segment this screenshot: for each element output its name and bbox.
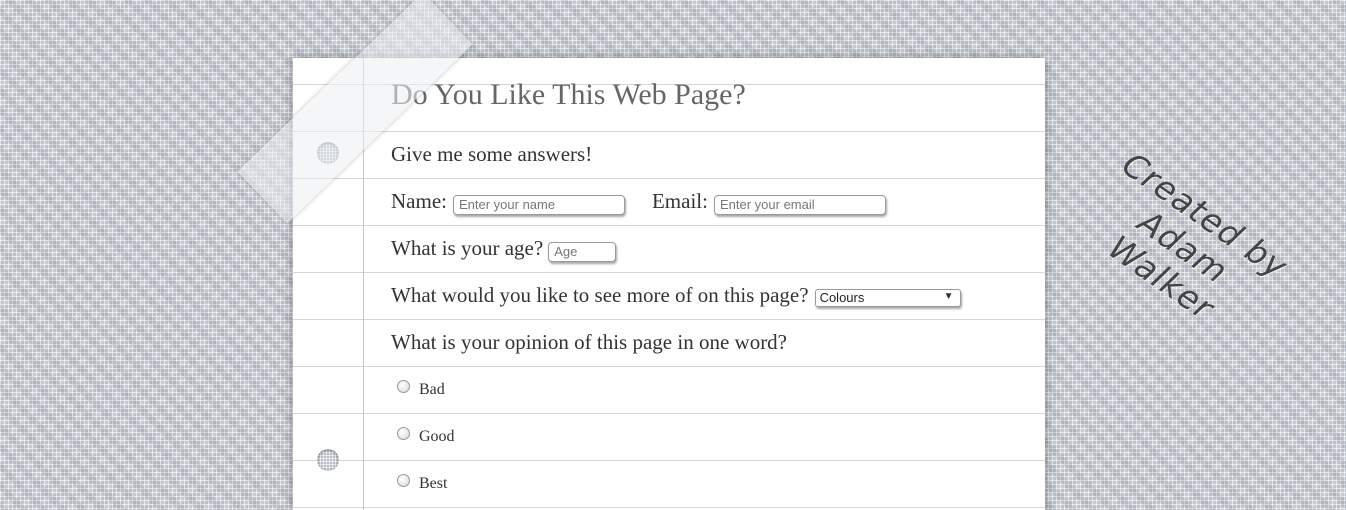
radio-label-good: Good bbox=[419, 427, 455, 445]
author-credit: Created by Adam Walker bbox=[1056, 134, 1310, 359]
age-label: What is your age? bbox=[391, 236, 544, 260]
radio-icon[interactable] bbox=[397, 474, 410, 487]
notebook-paper: Do You Like This Web Page? Give me some … bbox=[293, 58, 1045, 510]
email-input[interactable] bbox=[713, 194, 886, 215]
age-input[interactable] bbox=[548, 241, 617, 262]
radio-icon[interactable] bbox=[397, 427, 410, 440]
radio-icon[interactable] bbox=[397, 380, 410, 393]
email-label: Email: bbox=[651, 189, 708, 213]
age-row: What is your age? bbox=[391, 225, 1035, 272]
opinion-question: What is your opinion of this page in one… bbox=[391, 330, 788, 354]
name-label: Name: bbox=[391, 189, 447, 213]
more-select[interactable]: Colours ▼ bbox=[814, 288, 961, 307]
more-row: What would you like to see more of on th… bbox=[391, 272, 1035, 319]
name-input[interactable] bbox=[452, 194, 625, 215]
triangle-down-icon: ▼ bbox=[943, 290, 954, 302]
radio-label-best: Best bbox=[419, 474, 448, 492]
radio-option-best[interactable]: Best bbox=[391, 460, 1035, 507]
binder-hole-bottom-icon bbox=[317, 449, 339, 471]
more-label: What would you like to see more of on th… bbox=[391, 283, 809, 307]
radio-label-bad: Bad bbox=[419, 380, 445, 398]
more-select-value: Colours bbox=[819, 290, 865, 305]
name-email-row: Name: Email: bbox=[391, 178, 1035, 225]
radio-option-good[interactable]: Good bbox=[391, 413, 1035, 460]
intro-text: Give me some answers! bbox=[391, 142, 593, 166]
page-title: Do You Like This Web Page? bbox=[391, 77, 746, 111]
radio-option-bad[interactable]: Bad bbox=[391, 366, 1035, 413]
